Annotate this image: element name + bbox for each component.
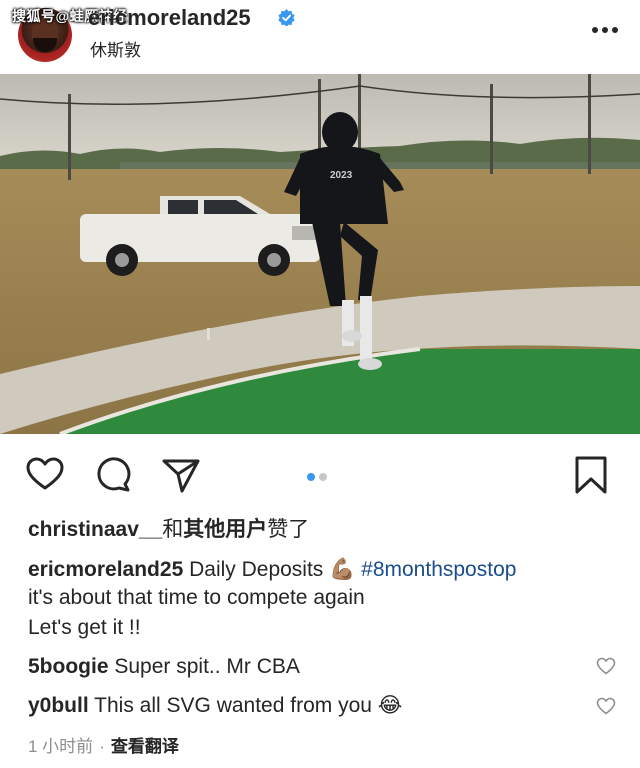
likes-others[interactable]: 其他用户 <box>183 518 267 541</box>
likes-line: christinaav__和其他用户赞了 <box>28 516 309 544</box>
carousel-dot[interactable] <box>319 473 327 481</box>
post-header: 搜狐号@蛙厥神经 ericmoreland25 休斯敦 <box>0 0 640 74</box>
carousel-dot-active[interactable] <box>307 473 315 481</box>
comment-username[interactable]: 5boogie <box>28 655 109 678</box>
comment-like-heart-icon[interactable] <box>596 657 616 675</box>
comment-item: 5boogie Super spit.. Mr CBA <box>28 653 300 681</box>
likes-suffix-end: 赞了 <box>267 518 310 541</box>
caption-text: Daily Deposits <box>189 558 324 581</box>
post-photo-image: 2023 <box>0 74 640 434</box>
heart-icon[interactable] <box>24 454 66 496</box>
caption-line-1: ericmoreland25 Daily Deposits 💪🏽 #8month… <box>28 556 516 584</box>
caption-line-2: it's about that time to compete again <box>28 586 365 609</box>
comment-icon[interactable] <box>92 454 134 496</box>
comment-item: y0bull This all SVG wanted from you 😂 <box>28 692 402 720</box>
caption-hashtag[interactable]: #8monthspostop <box>361 558 516 581</box>
flexed-biceps-emoji: 💪🏽 <box>329 558 356 581</box>
post-time: 1 小时前 <box>28 737 94 756</box>
post-username[interactable]: ericmoreland25 <box>88 5 251 31</box>
tears-of-joy-emoji: 😂 <box>377 694 403 717</box>
comment-like-heart-icon[interactable] <box>596 697 616 715</box>
caption-line-3: Let's get it !! <box>28 616 141 639</box>
verified-badge-icon <box>278 9 295 26</box>
post-meta: 1 小时前 · 查看翻译 <box>28 732 179 757</box>
comment-text: This all SVG wanted from you <box>94 694 372 717</box>
comment-username[interactable]: y0bull <box>28 694 89 717</box>
carousel-indicator <box>307 468 331 486</box>
see-translation-link[interactable]: 查看翻译 <box>111 737 179 756</box>
comment-text: Super spit.. Mr CBA <box>114 655 300 678</box>
caption-username[interactable]: ericmoreland25 <box>28 558 183 581</box>
more-horizontal-icon[interactable] <box>592 26 618 34</box>
bookmark-icon[interactable] <box>570 454 612 496</box>
likes-suffix-plain: 和 <box>162 518 184 541</box>
likes-user[interactable]: christinaav__ <box>28 518 162 541</box>
avatar-beard <box>33 38 57 52</box>
post-actions <box>0 448 640 504</box>
meta-separator: · <box>99 737 105 756</box>
athlete-shirt-text: 2023 <box>330 170 353 181</box>
post-photo[interactable]: 2023 <box>0 74 640 434</box>
share-icon[interactable] <box>160 454 202 496</box>
post-location[interactable]: 休斯敦 <box>90 36 141 61</box>
